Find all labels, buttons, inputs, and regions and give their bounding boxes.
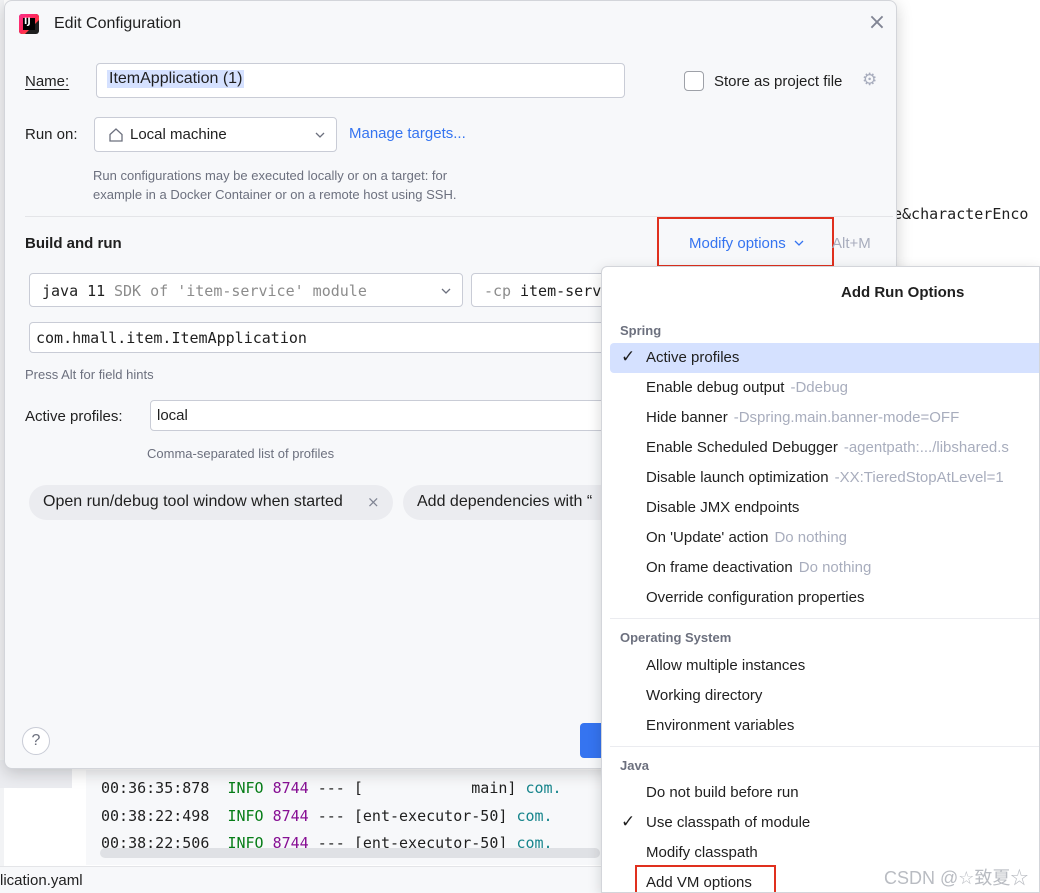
- console-line: 00:38:22:498 INFO 8744 --- [ent-executor…: [101, 807, 553, 825]
- field-hint: Press Alt for field hints: [25, 367, 154, 382]
- chevron-down-icon: [794, 240, 804, 246]
- option-disable-jmx-endpoints[interactable]: Disable JMX endpoints: [610, 493, 1039, 523]
- modify-options-label: Modify options: [689, 235, 786, 252]
- intellij-logo-icon: IJ: [19, 14, 39, 34]
- dialog-title: Edit Configuration: [54, 15, 182, 32]
- option-use-classpath-of-module[interactable]: ✓ Use classpath of module: [610, 808, 1039, 838]
- run-on-value: Local machine: [130, 126, 227, 143]
- option-label: Allow multiple instances: [646, 657, 806, 674]
- jdk-suffix: SDK of 'item-service' module: [114, 282, 367, 300]
- add-vm-options-highlight: [635, 865, 776, 892]
- status-file-name[interactable]: lication.yaml: [0, 872, 83, 889]
- option-label: On 'Update' action: [646, 529, 769, 546]
- name-value: ItemApplication (1): [107, 70, 245, 88]
- option-label: Enable Scheduled Debugger: [646, 439, 838, 456]
- add-run-options-popup: Add Run Options Spring ✓ Active profiles…: [601, 266, 1040, 893]
- run-on-hint-line2: example in a Docker Container or on a re…: [93, 187, 457, 202]
- add-dependencies-chip[interactable]: Add dependencies with “: [403, 485, 611, 520]
- option-on-frame-deactivation[interactable]: On frame deactivation Do nothing: [610, 553, 1039, 583]
- chevron-down-icon: [315, 132, 325, 138]
- watermark: CSDN @☆致夏☆: [884, 868, 1029, 888]
- store-as-project-label[interactable]: Store as project file: [714, 73, 842, 90]
- cp-prefix: -cp: [484, 282, 512, 300]
- chevron-down-icon: [441, 288, 451, 294]
- close-icon[interactable]: ×: [867, 12, 887, 34]
- option-override-configuration-properties[interactable]: Override configuration properties: [610, 583, 1039, 613]
- store-as-project-checkbox[interactable]: [684, 71, 704, 91]
- option-hint: -Ddebug: [790, 379, 849, 396]
- chip-label: Open run/debug tool window when started: [43, 493, 343, 510]
- cp-value: item-serv: [520, 282, 602, 300]
- option-hide-banner[interactable]: Hide banner -Dspring.main.banner-mode=OFF: [610, 403, 1039, 433]
- modify-options-shortcut: Alt+M: [832, 235, 871, 252]
- gear-icon[interactable]: ⚙: [862, 71, 880, 89]
- group-label-operating-system: Operating System: [620, 630, 732, 645]
- option-working-directory[interactable]: Working directory: [610, 681, 1039, 711]
- run-on-label: Run on:: [25, 126, 78, 143]
- run-on-select[interactable]: Local machine: [94, 117, 337, 152]
- option-disable-launch-optimization[interactable]: Disable launch optimization -XX:TieredSto…: [610, 463, 1039, 493]
- option-on-update-action[interactable]: On 'Update' action Do nothing: [610, 523, 1039, 553]
- option-label: Hide banner: [646, 409, 728, 426]
- help-icon[interactable]: ?: [22, 727, 50, 755]
- run-on-hint-line1: Run configurations may be executed local…: [93, 168, 448, 183]
- active-profiles-field[interactable]: local: [150, 400, 610, 431]
- option-label: Disable launch optimization: [646, 469, 829, 486]
- main-class-value: com.hmall.item.ItemApplication: [36, 329, 307, 347]
- active-profiles-label: Active profiles:: [25, 408, 123, 425]
- option-environment-variables[interactable]: Environment variables: [610, 711, 1039, 741]
- popup-title: Add Run Options: [841, 284, 965, 301]
- option-enable-debug-output[interactable]: Enable debug output -Ddebug: [610, 373, 1039, 403]
- option-label: Use classpath of module: [646, 814, 811, 831]
- option-hint: -agentpath:.../libshared.s: [843, 439, 1009, 456]
- option-label: Active profiles: [646, 349, 740, 366]
- name-label: Name:: [25, 73, 70, 90]
- active-profiles-value: local: [157, 407, 188, 424]
- option-hint: -XX:TieredStopAtLevel=1: [834, 469, 1004, 486]
- check-icon: ✓: [621, 812, 636, 832]
- console-line: 00:36:35:878 INFO 8744 --- [ main] com.: [101, 779, 562, 797]
- chip-label: Add dependencies with “: [417, 493, 593, 510]
- classpath-select[interactable]: -cp item-serv: [471, 273, 611, 307]
- run-debug-window-chip[interactable]: Open run/debug tool window when started …: [29, 485, 393, 520]
- home-icon: [109, 128, 123, 142]
- option-hint: Do nothing: [774, 529, 848, 546]
- main-class-field[interactable]: com.hmall.item.ItemApplication: [29, 322, 611, 353]
- close-icon[interactable]: ×: [367, 493, 380, 511]
- option-allow-multiple-instances[interactable]: Allow multiple instances: [610, 651, 1039, 681]
- group-separator: [610, 618, 1039, 619]
- name-field[interactable]: ItemApplication (1): [96, 63, 625, 98]
- option-label: Modify classpath: [646, 844, 758, 861]
- option-label: Enable debug output: [646, 379, 785, 396]
- manage-targets-link[interactable]: Manage targets...: [349, 125, 466, 142]
- option-label: Override configuration properties: [646, 589, 865, 606]
- group-label-java: Java: [620, 758, 649, 773]
- group-label-spring: Spring: [620, 323, 662, 338]
- check-icon: ✓: [621, 347, 636, 367]
- profiles-hint: Comma-separated list of profiles: [147, 446, 335, 461]
- option-label: Environment variables: [646, 717, 795, 734]
- option-label: Disable JMX endpoints: [646, 499, 800, 516]
- editor-text-fragment: e&characterEnco: [893, 205, 1029, 223]
- option-hint: Do nothing: [798, 559, 872, 576]
- modify-options-link[interactable]: Modify options: [689, 235, 804, 252]
- option-enable-scheduled-debugger[interactable]: Enable Scheduled Debugger -agentpath:.../…: [610, 433, 1039, 463]
- console-scrollbar[interactable]: [100, 848, 600, 858]
- option-label: On frame deactivation: [646, 559, 793, 576]
- option-active-profiles[interactable]: ✓ Active profiles: [610, 343, 1039, 373]
- build-and-run-heading: Build and run: [25, 235, 122, 252]
- option-do-not-build-before-run[interactable]: Do not build before run: [610, 778, 1039, 808]
- option-label: Do not build before run: [646, 784, 799, 801]
- group-separator: [610, 746, 1039, 747]
- jdk-prefix: java 11: [42, 282, 106, 300]
- option-hint: -Dspring.main.banner-mode=OFF: [733, 409, 960, 426]
- jdk-select[interactable]: java 11 SDK of 'item-service' module: [29, 273, 463, 307]
- option-label: Working directory: [646, 687, 763, 704]
